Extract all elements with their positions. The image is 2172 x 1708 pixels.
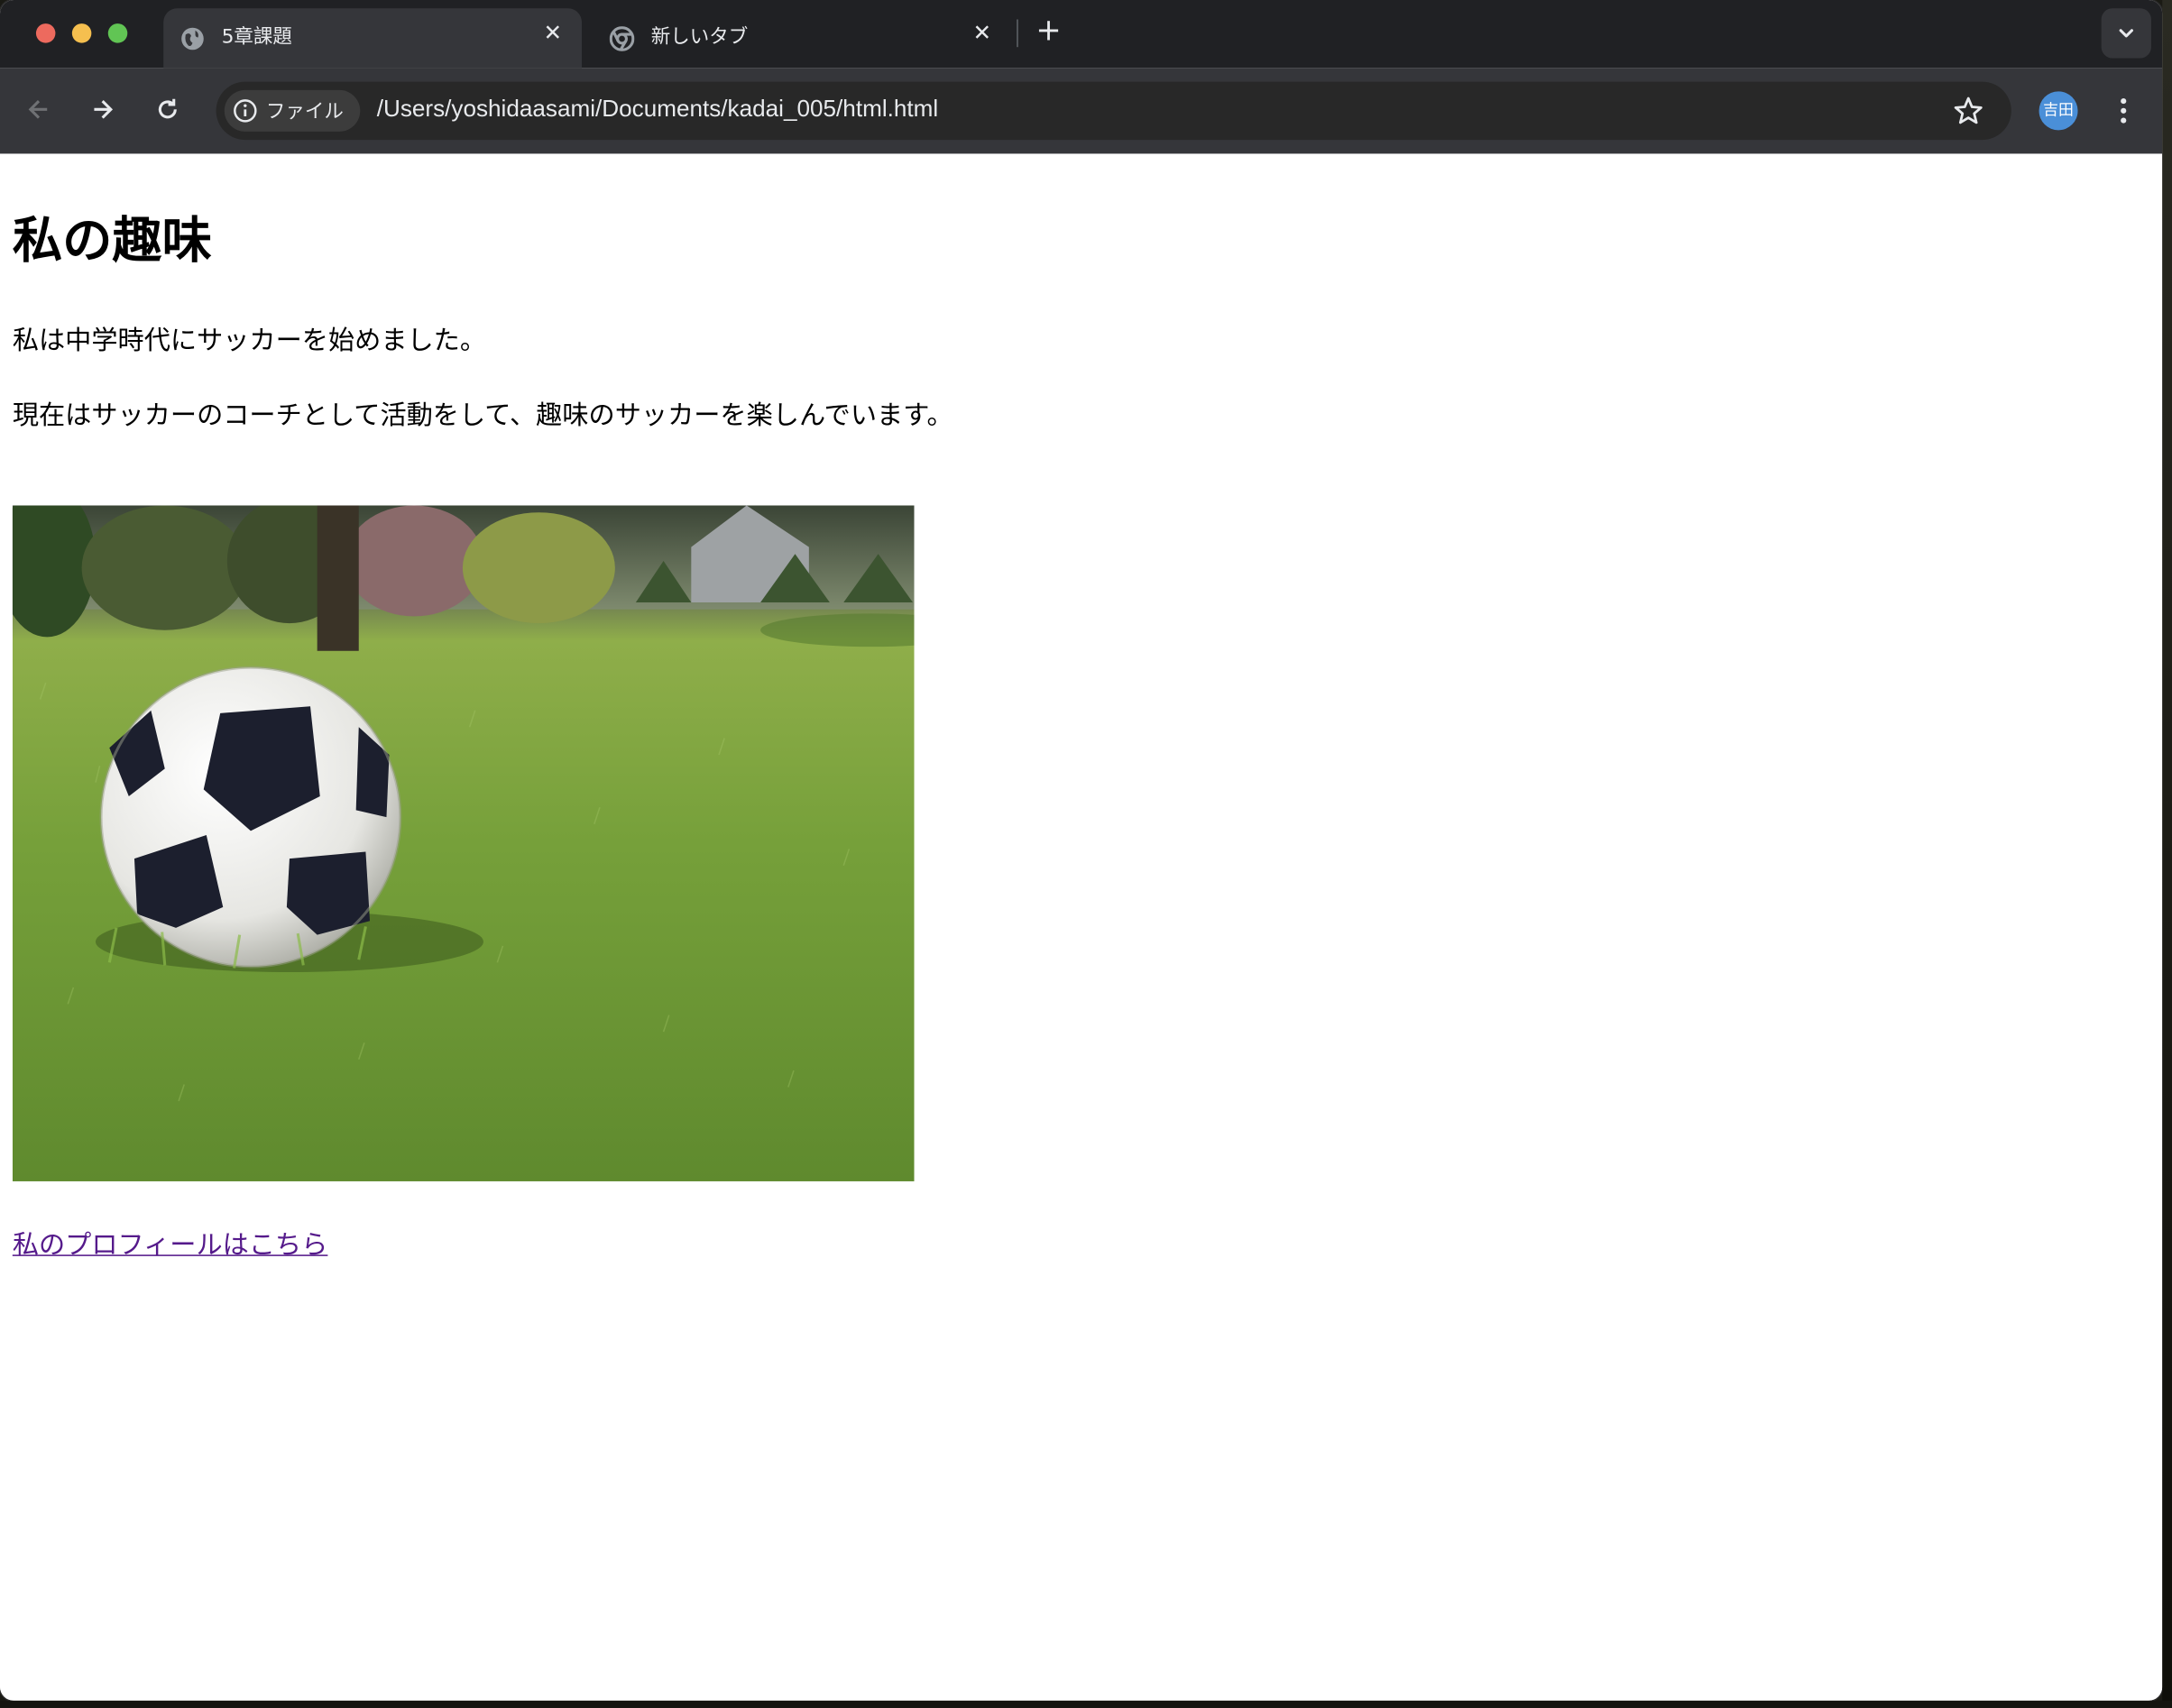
reload-icon [158,98,177,119]
arrow-right-icon [94,100,114,119]
site-info-chip[interactable]: ファイル [224,89,361,132]
browser-toolbar: ファイル /Users/yoshidaasami/Documents/kadai… [0,68,2163,154]
tab-active[interactable]: 5章課題 ✕ [163,8,582,69]
tab-strip: 5章課題 ✕ 新しいタブ ✕ + [0,0,2163,69]
arrow-left-icon [28,100,48,119]
forward-button[interactable] [82,88,124,130]
chevron-down-icon [2119,29,2133,38]
address-bar[interactable]: ファイル /Users/yoshidaasami/Documents/kadai… [216,81,2011,141]
tab-title: 新しいタブ [650,26,749,49]
browser-window: 5章課題 ✕ 新しいタブ ✕ + ファイル /Users/yoshidaasam… [0,0,2163,1701]
paragraph: 現在はサッカーのコーチとして活動をして、趣味のサッカーを楽しんでいます。 [12,399,953,431]
close-icon[interactable]: ✕ [540,20,566,46]
window-close-button[interactable] [35,23,56,43]
menu-kebab-icon[interactable] [2111,91,2136,130]
window-maximize-button[interactable] [107,23,128,43]
back-button[interactable] [18,88,60,130]
close-icon[interactable]: ✕ [970,20,995,46]
tab-title: 5章課題 [221,26,292,49]
info-icon [234,99,257,123]
desktop-background [2162,0,2172,1708]
page-content: 私の趣味 私は中学時代にサッカーを始めました。 現在はサッカーのコーチとして活動… [0,153,2163,1701]
new-tab-button[interactable]: + [1034,16,1064,47]
tab-inactive[interactable]: 新しいタブ ✕ [593,8,1011,68]
profile-avatar[interactable]: 吉田 [2039,91,2078,131]
soccer-ball-photo [12,505,915,1181]
paragraph: 私は中学時代にサッカーを始めました。 [12,325,487,356]
chrome-icon [609,25,635,51]
tab-search-button[interactable] [2101,8,2151,59]
globe-icon [180,25,206,51]
reload-button[interactable] [147,88,189,130]
bookmark-star-button[interactable] [1950,93,1986,129]
chip-label: ファイル [265,101,344,124]
url-text[interactable]: /Users/yoshidaasami/Documents/kadai_005/… [377,96,938,124]
window-minimize-button[interactable] [71,23,92,43]
tab-separator [1017,19,1018,48]
page-title: 私の趣味 [12,213,212,271]
desktop-background [0,1700,2172,1708]
profile-link[interactable]: 私のプロフィールはこちら [13,1225,328,1262]
star-icon [1954,96,1983,124]
